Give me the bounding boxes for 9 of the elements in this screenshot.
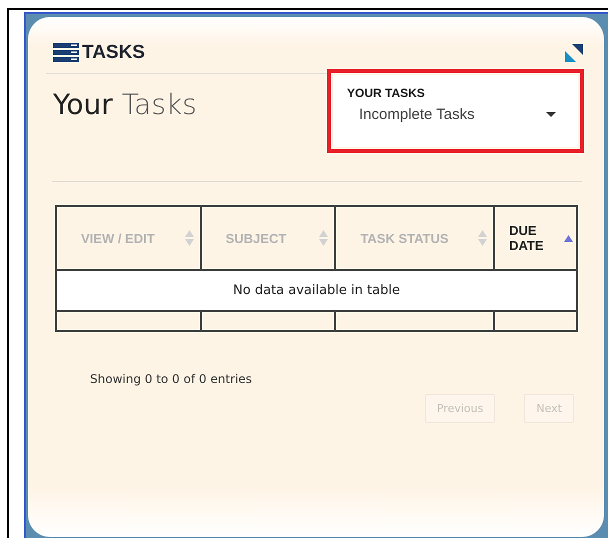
expand-icon[interactable] (565, 44, 583, 62)
column-header[interactable]: VIEW / EDIT (56, 206, 201, 270)
filter-label: YOUR TASKS (347, 86, 426, 100)
list-icon (53, 43, 79, 63)
entries-info: Showing 0 to 0 of 0 entries (90, 372, 253, 386)
page-heading: Your Tasks (53, 88, 198, 121)
empty-table-message: No data available in table (56, 270, 577, 311)
caret-icon (546, 112, 556, 117)
widget-title: TASKS (82, 42, 145, 64)
